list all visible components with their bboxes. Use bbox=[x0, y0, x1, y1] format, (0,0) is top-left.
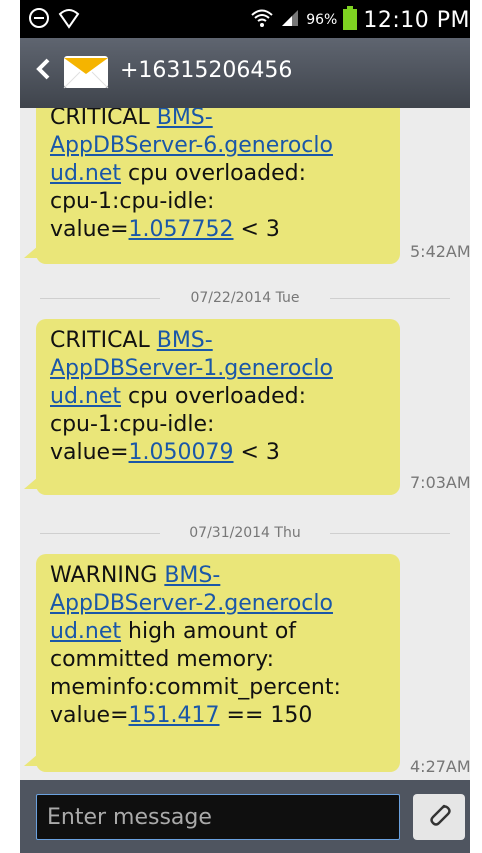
status-left bbox=[28, 7, 80, 33]
paperclip-icon bbox=[424, 800, 454, 834]
date-divider-label: 07/31/2014 Thu bbox=[179, 525, 311, 541]
status-time: 12:10 PM bbox=[363, 7, 470, 33]
message-composer bbox=[20, 780, 470, 853]
date-divider-label: 07/22/2014 Tue bbox=[180, 290, 310, 306]
message-time: 4:27AM bbox=[410, 757, 470, 776]
message-bubble[interactable]: WARNING BMS- AppDBServer-2.generoclo ud.ne… bbox=[24, 554, 400, 772]
message-input[interactable] bbox=[36, 794, 400, 840]
message-bubble[interactable]: CRITICAL BMS- AppDBServer-6.generoclo ud.n… bbox=[24, 108, 400, 264]
bubble-tail bbox=[24, 754, 38, 766]
wifi-outline-icon bbox=[58, 7, 80, 33]
phone-screen: 96% 12:10 PM +16315206456 CRITICAL BMS- A… bbox=[20, 0, 470, 853]
battery-percent: 96% bbox=[306, 12, 338, 28]
back-button[interactable] bbox=[26, 54, 60, 88]
message-time: 5:42AM bbox=[410, 242, 470, 261]
message-link[interactable]: 151.417 bbox=[129, 703, 220, 728]
status-bar: 96% 12:10 PM bbox=[20, 0, 470, 38]
chevron-left-icon bbox=[34, 57, 52, 85]
message-text: CRITICAL BMS- AppDBServer-6.generoclo ud.n… bbox=[50, 108, 390, 244]
bubble-tail bbox=[24, 477, 38, 489]
message-time: 7:03AM bbox=[410, 473, 470, 492]
attach-button[interactable] bbox=[413, 794, 465, 840]
message-link[interactable]: 1.050079 bbox=[129, 440, 234, 465]
signal-icon bbox=[280, 8, 300, 32]
message-text-part: == 150 bbox=[219, 703, 313, 728]
message-text-part: < 3 bbox=[233, 440, 280, 465]
message-text-part: CRITICAL bbox=[50, 108, 157, 130]
message-text-part: < 3 bbox=[233, 217, 280, 242]
bubble-tail bbox=[24, 246, 38, 258]
envelope-icon bbox=[62, 50, 110, 92]
status-right: 96% 12:10 PM bbox=[250, 6, 470, 34]
message-text-part: CRITICAL bbox=[50, 328, 157, 353]
message-text: WARNING BMS- AppDBServer-2.generoclo ud.ne… bbox=[50, 562, 390, 730]
message-link[interactable]: 1.057752 bbox=[129, 217, 234, 242]
conversation-header: +16315206456 bbox=[20, 38, 470, 108]
date-divider: 07/31/2014 Thu bbox=[20, 521, 470, 545]
contact-number[interactable]: +16315206456 bbox=[120, 58, 292, 83]
date-divider: 07/22/2014 Tue bbox=[20, 286, 470, 310]
no-sim-icon bbox=[28, 7, 50, 33]
battery-icon bbox=[343, 6, 358, 34]
message-text-part: WARNING bbox=[50, 563, 165, 588]
message-list[interactable]: CRITICAL BMS- AppDBServer-6.generoclo ud.n… bbox=[20, 108, 470, 780]
message-text: CRITICAL BMS- AppDBServer-1.generoclo ud.n… bbox=[50, 327, 390, 467]
wifi-icon bbox=[250, 7, 274, 33]
message-bubble[interactable]: CRITICAL BMS- AppDBServer-1.generoclo ud.n… bbox=[24, 319, 400, 495]
